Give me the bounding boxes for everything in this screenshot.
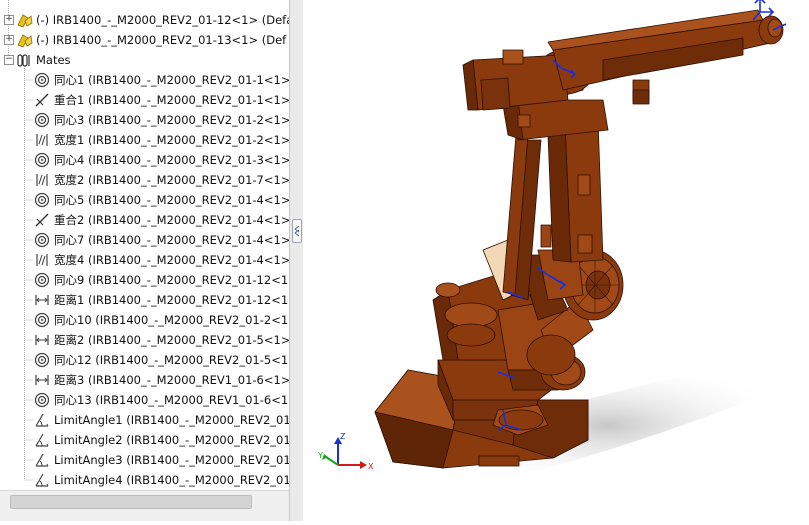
component-part-icon <box>17 34 33 48</box>
tree-item-mate[interactable]: LimitAngle2 (IRB1400_-_M2000_REV2_01 <box>34 430 289 450</box>
x-axis-label: X <box>368 462 374 471</box>
collapse-toggle[interactable]: − <box>4 55 14 65</box>
tree-item-mate[interactable]: 距离2 (IRB1400_-_M2000_REV2_01-5<1> <box>34 330 289 350</box>
tree-item-component[interactable]: + (-) IRB1400_-_M2000_REV2_01-12<1> (Def… <box>2 10 289 30</box>
x-axis-arrow <box>360 461 367 469</box>
mate-label: 同心12 (IRB1400_-_M2000_REV2_01-5<1 <box>54 353 289 367</box>
mate-label: LimitAngle4 (IRB1400_-_M2000_REV2_01 <box>54 473 289 487</box>
mate-label: 距离2 (IRB1400_-_M2000_REV2_01-5<1> <box>54 333 289 347</box>
mate-label: 同心13 (IRB1400_-_M2000_REV1_01-6<1 <box>54 393 289 407</box>
robot-arm-model[interactable] <box>303 0 809 521</box>
mate-label: 重合2 (IRB1400_-_M2000_REV2_01-4<1> <box>54 213 289 227</box>
mate-label: LimitAngle2 (IRB1400_-_M2000_REV2_01 <box>54 433 289 447</box>
scrollbar-thumb[interactable] <box>10 495 252 509</box>
tree-item-mate[interactable]: 宽度1 (IRB1400_-_M2000_REV2_01-2<1> <box>34 130 289 150</box>
tree-item-mate[interactable]: LimitAngle4 (IRB1400_-_M2000_REV2_01 <box>34 470 289 490</box>
concentric-mate-icon <box>34 272 50 288</box>
mate-label: 同心10 (IRB1400_-_M2000_REV2_01-2<1 <box>54 313 289 327</box>
mate-label: LimitAngle3 (IRB1400_-_M2000_REV2_01 <box>54 453 289 467</box>
mate-label: 同心7 (IRB1400_-_M2000_REV2_01-4<1> <box>54 233 289 247</box>
tree-item-mate[interactable]: 同心5 (IRB1400_-_M2000_REV2_01-4<1> <box>34 190 289 210</box>
limit-angle-mate-icon <box>35 473 49 487</box>
limit-angle-mate-icon <box>35 453 49 467</box>
feature-manager-tree: + (-) IRB1400_-_M2000_REV2_01-12<1> (Def… <box>0 0 289 521</box>
tree-item-mate[interactable]: 宽度2 (IRB1400_-_M2000_REV2_01-7<1> <box>34 170 289 190</box>
mate-label: 距离3 (IRB1400_-_M2000_REV1_01-6<1> <box>54 373 289 387</box>
y-axis-line <box>325 456 339 466</box>
mate-label: 同心5 (IRB1400_-_M2000_REV2_01-4<1> <box>54 193 289 207</box>
tree-item-mate[interactable]: 重合1 (IRB1400_-_M2000_REV2_01-1<1> <box>34 90 289 110</box>
mates-folder-label: Mates <box>36 53 71 67</box>
tree-item-mate[interactable]: 同心7 (IRB1400_-_M2000_REV2_01-4<1> <box>34 230 289 250</box>
tree-item-mate[interactable]: 同心13 (IRB1400_-_M2000_REV1_01-6<1 <box>34 390 289 410</box>
distance-mate-icon <box>35 375 49 385</box>
tree-item-label: (-) IRB1400_-_M2000_REV2_01-13<1> (Def <box>36 33 287 47</box>
tree-item-mate[interactable]: 同心12 (IRB1400_-_M2000_REV2_01-5<1 <box>34 350 289 370</box>
width-mate-icon <box>36 254 48 266</box>
width-mate-icon <box>36 134 48 146</box>
tree-item-mate[interactable]: 同心9 (IRB1400_-_M2000_REV2_01-12<1 <box>34 270 289 290</box>
tree-item-mate[interactable]: 重合2 (IRB1400_-_M2000_REV2_01-4<1> <box>34 210 289 230</box>
concentric-mate-icon <box>34 312 50 328</box>
distance-mate-icon <box>35 295 49 305</box>
tree-item-mate[interactable]: 宽度4 (IRB1400_-_M2000_REV2_01-4<1> <box>34 250 289 270</box>
panel-splitter[interactable] <box>289 0 304 521</box>
concentric-mate-icon <box>34 232 50 248</box>
distance-mate-icon <box>35 335 49 345</box>
y-axis-arrow <box>322 454 328 460</box>
limit-angle-mate-icon <box>35 433 49 447</box>
tree-item-mate[interactable]: LimitAngle1 (IRB1400_-_M2000_REV2_01 <box>34 410 289 430</box>
graphics-viewport[interactable] <box>303 0 809 521</box>
tree-item-mate[interactable]: 同心10 (IRB1400_-_M2000_REV2_01-2<1 <box>34 310 289 330</box>
tree-horizontal-scrollbar[interactable] <box>0 490 289 521</box>
tree-item-mate[interactable]: 距离3 (IRB1400_-_M2000_REV1_01-6<1> <box>34 370 289 390</box>
tree-item-mate[interactable]: LimitAngle3 (IRB1400_-_M2000_REV2_01 <box>34 450 289 470</box>
mate-label: 同心9 (IRB1400_-_M2000_REV2_01-12<1 <box>54 273 289 287</box>
tree-item-label: (-) IRB1400_-_M2000_REV2_01-12<1> (Defa <box>36 13 289 27</box>
component-part-icon <box>17 14 33 28</box>
expand-toggle[interactable]: + <box>4 15 14 25</box>
coincident-mate-icon <box>35 213 49 227</box>
expand-toggle[interactable]: + <box>4 35 14 45</box>
concentric-mate-icon <box>34 72 50 88</box>
concentric-mate-icon <box>34 112 50 128</box>
tree-item-mate[interactable]: 同心3 (IRB1400_-_M2000_REV2_01-2<1> <box>34 110 289 130</box>
mate-label: 重合1 (IRB1400_-_M2000_REV2_01-1<1> <box>54 93 289 107</box>
tree-item-component[interactable]: + (-) IRB1400_-_M2000_REV2_01-13<1> (Def <box>2 30 289 50</box>
chevron-left-icon <box>294 225 300 237</box>
tree-item-mate[interactable]: 同心1 (IRB1400_-_M2000_REV2_01-1<1> <box>34 70 289 90</box>
mate-label: 宽度4 (IRB1400_-_M2000_REV2_01-4<1> <box>54 253 289 267</box>
mates-folder-icon <box>17 54 30 67</box>
z-axis-label: Z <box>340 432 346 441</box>
mate-label: LimitAngle1 (IRB1400_-_M2000_REV2_01 <box>54 413 289 427</box>
mate-label: 同心1 (IRB1400_-_M2000_REV2_01-1<1> <box>54 73 289 87</box>
width-mate-icon <box>36 174 48 186</box>
reference-triad: Z X Y <box>318 432 374 471</box>
y-axis-label: Y <box>318 451 323 460</box>
mate-label: 宽度2 (IRB1400_-_M2000_REV2_01-7<1> <box>54 173 289 187</box>
concentric-mate-icon <box>34 152 50 168</box>
collapse-panel-handle[interactable] <box>292 219 302 243</box>
concentric-mate-icon <box>34 192 50 208</box>
tree-item-mate[interactable]: 同心4 (IRB1400_-_M2000_REV2_01-3<1> <box>34 150 289 170</box>
limit-angle-mate-icon <box>35 413 49 427</box>
mate-label: 同心3 (IRB1400_-_M2000_REV2_01-2<1> <box>54 113 289 127</box>
coincident-mate-icon <box>35 93 49 107</box>
concentric-mate-icon <box>34 352 50 368</box>
concentric-mate-icon <box>34 392 50 408</box>
tree-item-mate[interactable]: 距离1 (IRB1400_-_M2000_REV2_01-12<1 <box>34 290 289 310</box>
mate-label: 宽度1 (IRB1400_-_M2000_REV2_01-2<1> <box>54 133 289 147</box>
tree-item-mates-folder[interactable]: − Mates <box>2 50 289 70</box>
mate-label: 距离1 (IRB1400_-_M2000_REV2_01-12<1 <box>54 293 289 307</box>
mate-label: 同心4 (IRB1400_-_M2000_REV2_01-3<1> <box>54 153 289 167</box>
